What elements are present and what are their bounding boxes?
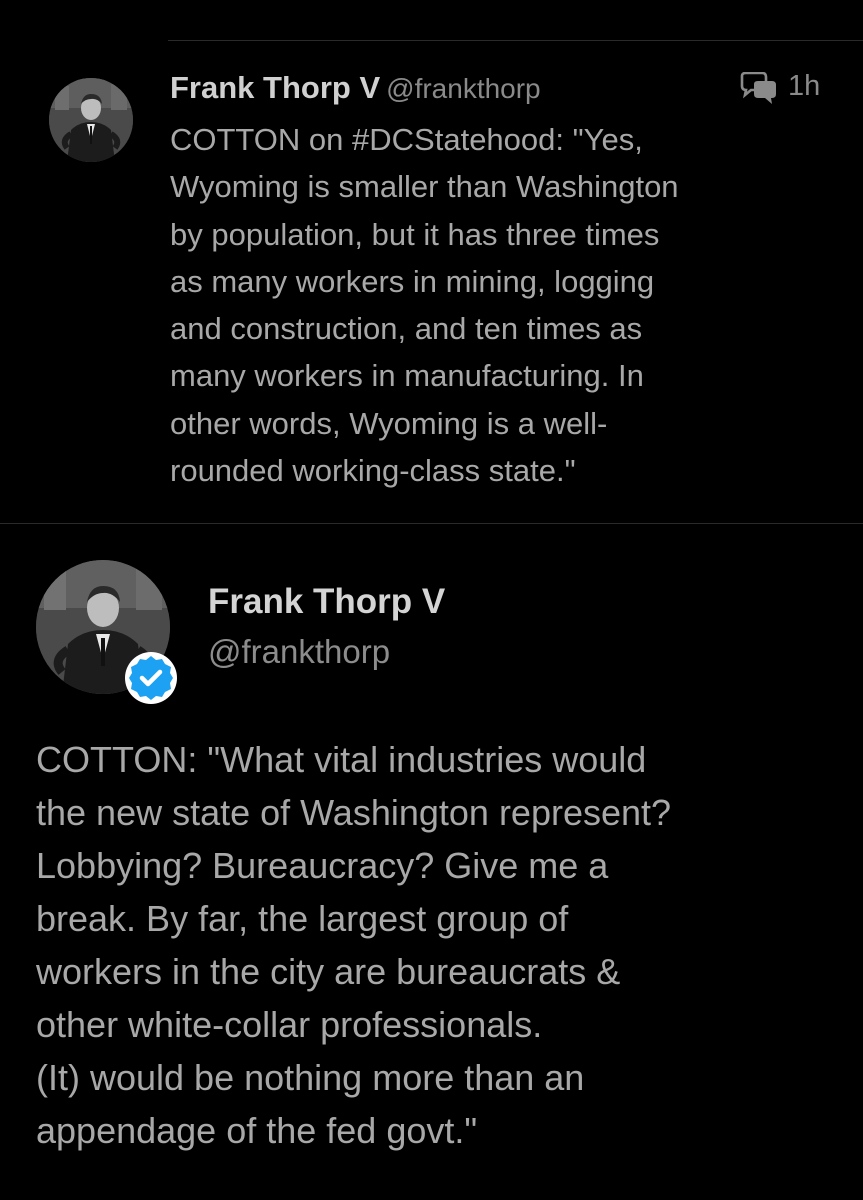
tweet2-text: COTTON: "What vital industries would the… [36,739,672,1151]
tweet1-timestamp[interactable]: 1h [788,70,820,103]
top-divider [168,40,863,41]
tweet1-author-name[interactable]: Frank Thorp V [170,70,380,105]
tweet1-text-rest: : "Yes, Wyoming is smaller than Washingt… [170,122,679,489]
tweet1-text: COTTON on #DCStatehood: "Yes, Wyoming is… [170,116,840,494]
tweet-divider [0,523,863,524]
conversation-bubbles-icon[interactable] [738,72,778,106]
tweet1-avatar[interactable] [49,78,133,162]
tweet2-author-name[interactable]: Frank Thorp V [208,582,445,622]
tweet1-hashtag-link[interactable]: #DCStatehood [352,122,555,157]
verified-badge-icon [125,652,177,704]
tweet1-author-handle[interactable]: @frankthorp [386,73,541,104]
tweet2-author-handle[interactable]: @frankthorp [208,633,390,671]
tweet1-text-prefix: COTTON on [170,122,353,157]
profile-photo-icon [49,78,133,162]
